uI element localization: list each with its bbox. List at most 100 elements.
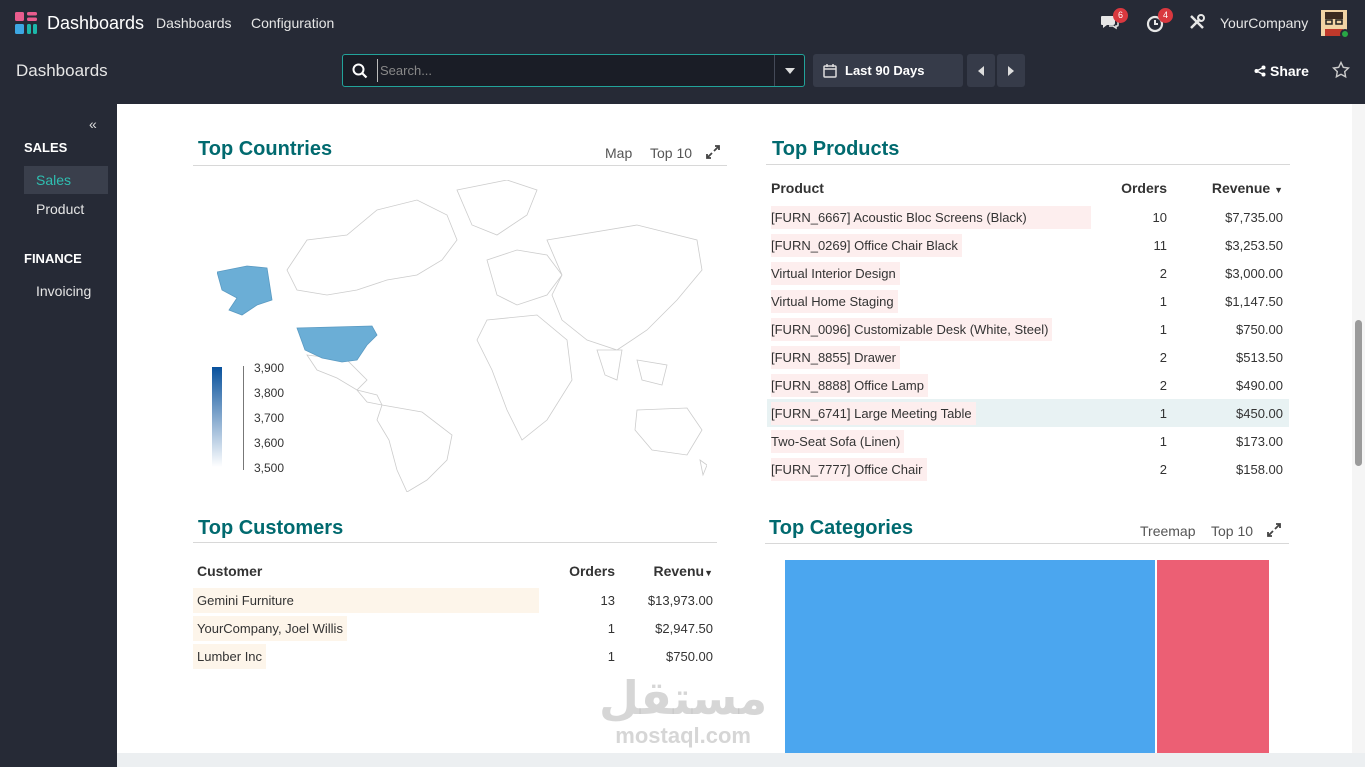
customer-name: YourCompany, Joel Willis: [193, 615, 347, 641]
collapse-sidebar-icon[interactable]: «: [89, 116, 97, 132]
expand-icon[interactable]: [706, 145, 720, 159]
product-orders: 2: [1159, 377, 1167, 393]
top-categories-chart-type[interactable]: Treemap: [1140, 523, 1196, 539]
period-previous-button[interactable]: [967, 54, 995, 87]
map-country-russia-asia: [546, 224, 703, 351]
map-legend-tick: 3,800: [254, 386, 285, 400]
table-row[interactable]: Virtual Interior Design 2 $3,000.00: [767, 259, 1289, 287]
product-name: Virtual Home Staging: [771, 289, 898, 313]
product-orders: 2: [1159, 461, 1167, 477]
world-map: [217, 180, 707, 492]
top-customers-title: Top Customers: [198, 517, 344, 539]
calendar-icon: [823, 63, 837, 78]
column-header-customer[interactable]: Customer: [193, 556, 543, 586]
column-header-revenue[interactable]: Revenue ▼: [1167, 173, 1289, 203]
search-input[interactable]: [377, 59, 773, 82]
map-country-canada: [286, 199, 458, 296]
product-revenue: $7,735.00: [1225, 209, 1283, 225]
menu-configuration[interactable]: Configuration: [251, 15, 334, 31]
share-button[interactable]: Share: [1254, 63, 1309, 79]
table-row[interactable]: [FURN_8888] Office Lamp 2 $490.00: [767, 371, 1289, 399]
top-products-table: Product Orders Revenue ▼ [FURN_6667] Aco…: [767, 173, 1289, 483]
sidebar-item-sales[interactable]: Sales: [24, 166, 108, 194]
user-avatar[interactable]: [1321, 10, 1350, 39]
search-bar: [342, 54, 805, 87]
date-filter-label: Last 90 Days: [845, 63, 925, 78]
app-name[interactable]: Dashboards: [47, 13, 144, 34]
customer-orders: 1: [607, 648, 615, 664]
top-categories-divider: [765, 543, 1289, 544]
company-switcher[interactable]: YourCompany: [1220, 15, 1308, 31]
product-orders: 2: [1159, 265, 1167, 281]
product-revenue: $750.00: [1236, 321, 1283, 337]
tools-icon: [1190, 14, 1205, 29]
top-products-divider: [766, 164, 1290, 165]
top-countries-chart-type[interactable]: Map: [605, 145, 632, 161]
expand-icon[interactable]: [1267, 523, 1281, 537]
watermark: مستقل mostaql.com: [599, 672, 767, 748]
settings-tools-button[interactable]: [1188, 13, 1210, 33]
share-icon: [1254, 65, 1266, 77]
top-countries-title: Top Countries: [198, 138, 333, 160]
top-navbar: Dashboards Dashboards Configuration 6 4 …: [0, 0, 1365, 46]
product-revenue: $3,253.50: [1225, 237, 1283, 253]
product-name: Virtual Interior Design: [771, 261, 900, 285]
column-header-revenue[interactable]: Revenu▼: [615, 556, 717, 586]
map-legend-tick: 3,700: [254, 411, 285, 425]
menu-dashboards[interactable]: Dashboards: [156, 15, 232, 31]
table-row[interactable]: [FURN_7777] Office Chair 2 $158.00: [767, 455, 1289, 483]
top-countries-limit[interactable]: Top 10: [650, 145, 692, 161]
product-revenue: $450.00: [1167, 399, 1289, 427]
period-next-button[interactable]: [997, 54, 1025, 87]
product-name: [FURN_0096] Customizable Desk (White, St…: [771, 317, 1053, 341]
product-name: [FURN_6667] Acoustic Bloc Screens (Black…: [771, 205, 1091, 229]
top-customers-table: Customer Orders Revenu▼ Gemini Furniture…: [193, 556, 717, 670]
column-header-orders[interactable]: Orders: [543, 556, 615, 586]
table-row[interactable]: Virtual Home Staging 1 $1,147.50: [767, 287, 1289, 315]
table-row[interactable]: Two-Seat Sofa (Linen) 1 $173.00: [767, 427, 1289, 455]
table-row[interactable]: YourCompany, Joel Willis 1 $2,947.50: [193, 614, 717, 642]
date-filter-button[interactable]: Last 90 Days: [813, 54, 963, 87]
favorite-star-icon[interactable]: [1332, 61, 1350, 79]
customer-revenue: $2,947.50: [655, 620, 713, 636]
product-revenue: $513.50: [1236, 349, 1283, 365]
map-legend-tick: 3,500: [254, 461, 285, 475]
map-country-europe: [486, 249, 563, 306]
customer-name: Lumber Inc: [193, 643, 267, 669]
map-country-south-america: [376, 404, 453, 492]
sidebar-item-invoicing[interactable]: Invoicing: [24, 277, 108, 305]
search-icon: [352, 63, 368, 79]
product-orders: 11: [1153, 237, 1168, 253]
map-country-southeast-asia: [636, 359, 668, 386]
search-options-toggle[interactable]: [774, 55, 804, 86]
table-row[interactable]: [FURN_6667] Acoustic Bloc Screens (Black…: [767, 203, 1289, 231]
column-header-product[interactable]: Product: [767, 173, 1097, 203]
product-orders: 2: [1159, 349, 1167, 365]
table-row[interactable]: [FURN_8855] Drawer 2 $513.50: [767, 343, 1289, 371]
vertical-scrollbar[interactable]: [1352, 104, 1365, 753]
scrollbar-thumb[interactable]: [1355, 320, 1362, 466]
map-legend-tick: 3,900: [254, 361, 285, 375]
treemap-tile[interactable]: [785, 560, 1155, 753]
customer-orders: 1: [607, 620, 615, 636]
top-products-title: Top Products: [772, 138, 900, 160]
bottom-scroll-area: [117, 753, 1365, 767]
table-row[interactable]: [FURN_6741] Large Meeting Table 1 $450.00: [767, 399, 1289, 427]
table-row[interactable]: Gemini Furniture 13 $13,973.00: [193, 586, 717, 614]
map-country-central-america: [355, 389, 383, 406]
table-row[interactable]: Lumber Inc 1 $750.00: [193, 642, 717, 670]
table-row[interactable]: [FURN_0269] Office Chair Black 11 $3,253.5…: [767, 231, 1289, 259]
product-revenue: $173.00: [1236, 433, 1283, 449]
table-row[interactable]: [FURN_0096] Customizable Desk (White, St…: [767, 315, 1289, 343]
treemap-tile[interactable]: [1157, 560, 1269, 753]
sidebar-item-product[interactable]: Product: [24, 195, 108, 223]
apps-menu-icon[interactable]: [15, 12, 37, 34]
map-country-alaska: [217, 265, 273, 316]
product-name: Two-Seat Sofa (Linen): [771, 429, 905, 453]
activities-button[interactable]: 4: [1145, 8, 1173, 33]
customer-revenue: $750.00: [666, 648, 713, 664]
product-orders: 1: [1097, 399, 1167, 427]
messages-button[interactable]: 6: [1100, 8, 1128, 33]
column-header-orders[interactable]: Orders: [1097, 173, 1167, 203]
top-categories-limit[interactable]: Top 10: [1211, 523, 1253, 539]
